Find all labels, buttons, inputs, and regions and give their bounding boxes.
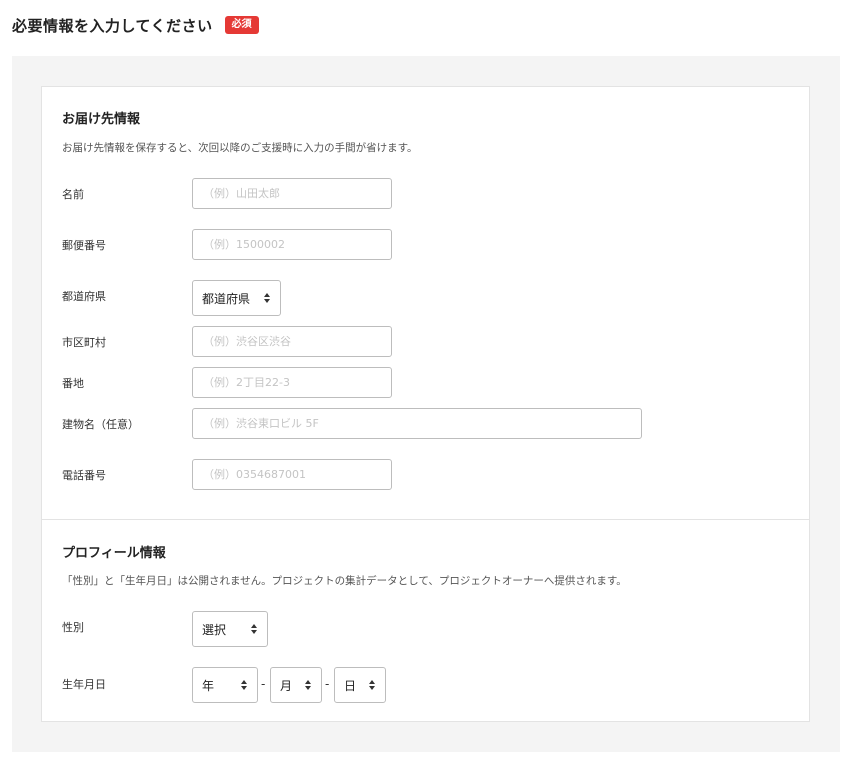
profile-section-description: 「性別」と「生年月日」は公開されません。プロジェクトの集計データとして、プロジェ…: [62, 575, 627, 587]
required-badge: 必須: [224, 16, 259, 34]
shipping-section-title: お届け先情報: [62, 112, 141, 127]
address-label: 番地: [62, 377, 84, 390]
form-card: お届け先情報 お届け先情報を保存すると、次回以降のご支援時に入力の手間が省けます…: [41, 86, 810, 722]
select-arrows-icon: [305, 680, 312, 690]
postal-code-input[interactable]: [192, 229, 392, 260]
gender-select[interactable]: 選択: [192, 611, 268, 647]
birthdate-label: 生年月日: [62, 678, 106, 691]
select-arrows-icon: [264, 293, 271, 303]
page-title: 必要情報を入力してください: [12, 16, 213, 35]
name-label: 名前: [62, 188, 84, 201]
select-arrows-icon: [241, 680, 248, 690]
profile-section-title: プロフィール情報: [62, 546, 166, 561]
gender-label: 性別: [62, 621, 84, 634]
section-divider: [42, 519, 809, 520]
page-header: 必要情報を入力してください 必須: [12, 12, 259, 38]
birth-day-select[interactable]: 日: [334, 667, 386, 703]
city-input[interactable]: [192, 326, 392, 357]
building-input[interactable]: [192, 408, 642, 439]
building-label: 建物名（任意）: [62, 418, 139, 431]
prefecture-label: 都道府県: [62, 290, 106, 303]
date-separator: -: [261, 677, 266, 691]
shipping-section-description: お届け先情報を保存すると、次回以降のご支援時に入力の手間が省けます。: [62, 142, 418, 154]
form-panel: お届け先情報 お届け先情報を保存すると、次回以降のご支援時に入力の手間が省けます…: [12, 56, 840, 752]
date-separator: -: [325, 677, 330, 691]
select-arrows-icon: [251, 624, 258, 634]
city-label: 市区町村: [62, 336, 106, 349]
prefecture-select-value: 都道府県: [202, 291, 251, 306]
birth-month-select-value: 月: [280, 678, 293, 693]
birth-month-select[interactable]: 月: [270, 667, 322, 703]
address-input[interactable]: [192, 367, 392, 398]
gender-select-value: 選択: [202, 622, 227, 637]
postal-code-label: 郵便番号: [62, 239, 106, 252]
select-arrows-icon: [369, 680, 376, 690]
name-input[interactable]: [192, 178, 392, 209]
birth-year-select-value: 年: [202, 678, 215, 693]
phone-input[interactable]: [192, 459, 392, 490]
birth-day-select-value: 日: [344, 678, 357, 693]
birth-year-select[interactable]: 年: [192, 667, 258, 703]
phone-label: 電話番号: [62, 469, 106, 482]
prefecture-select[interactable]: 都道府県: [192, 280, 281, 316]
